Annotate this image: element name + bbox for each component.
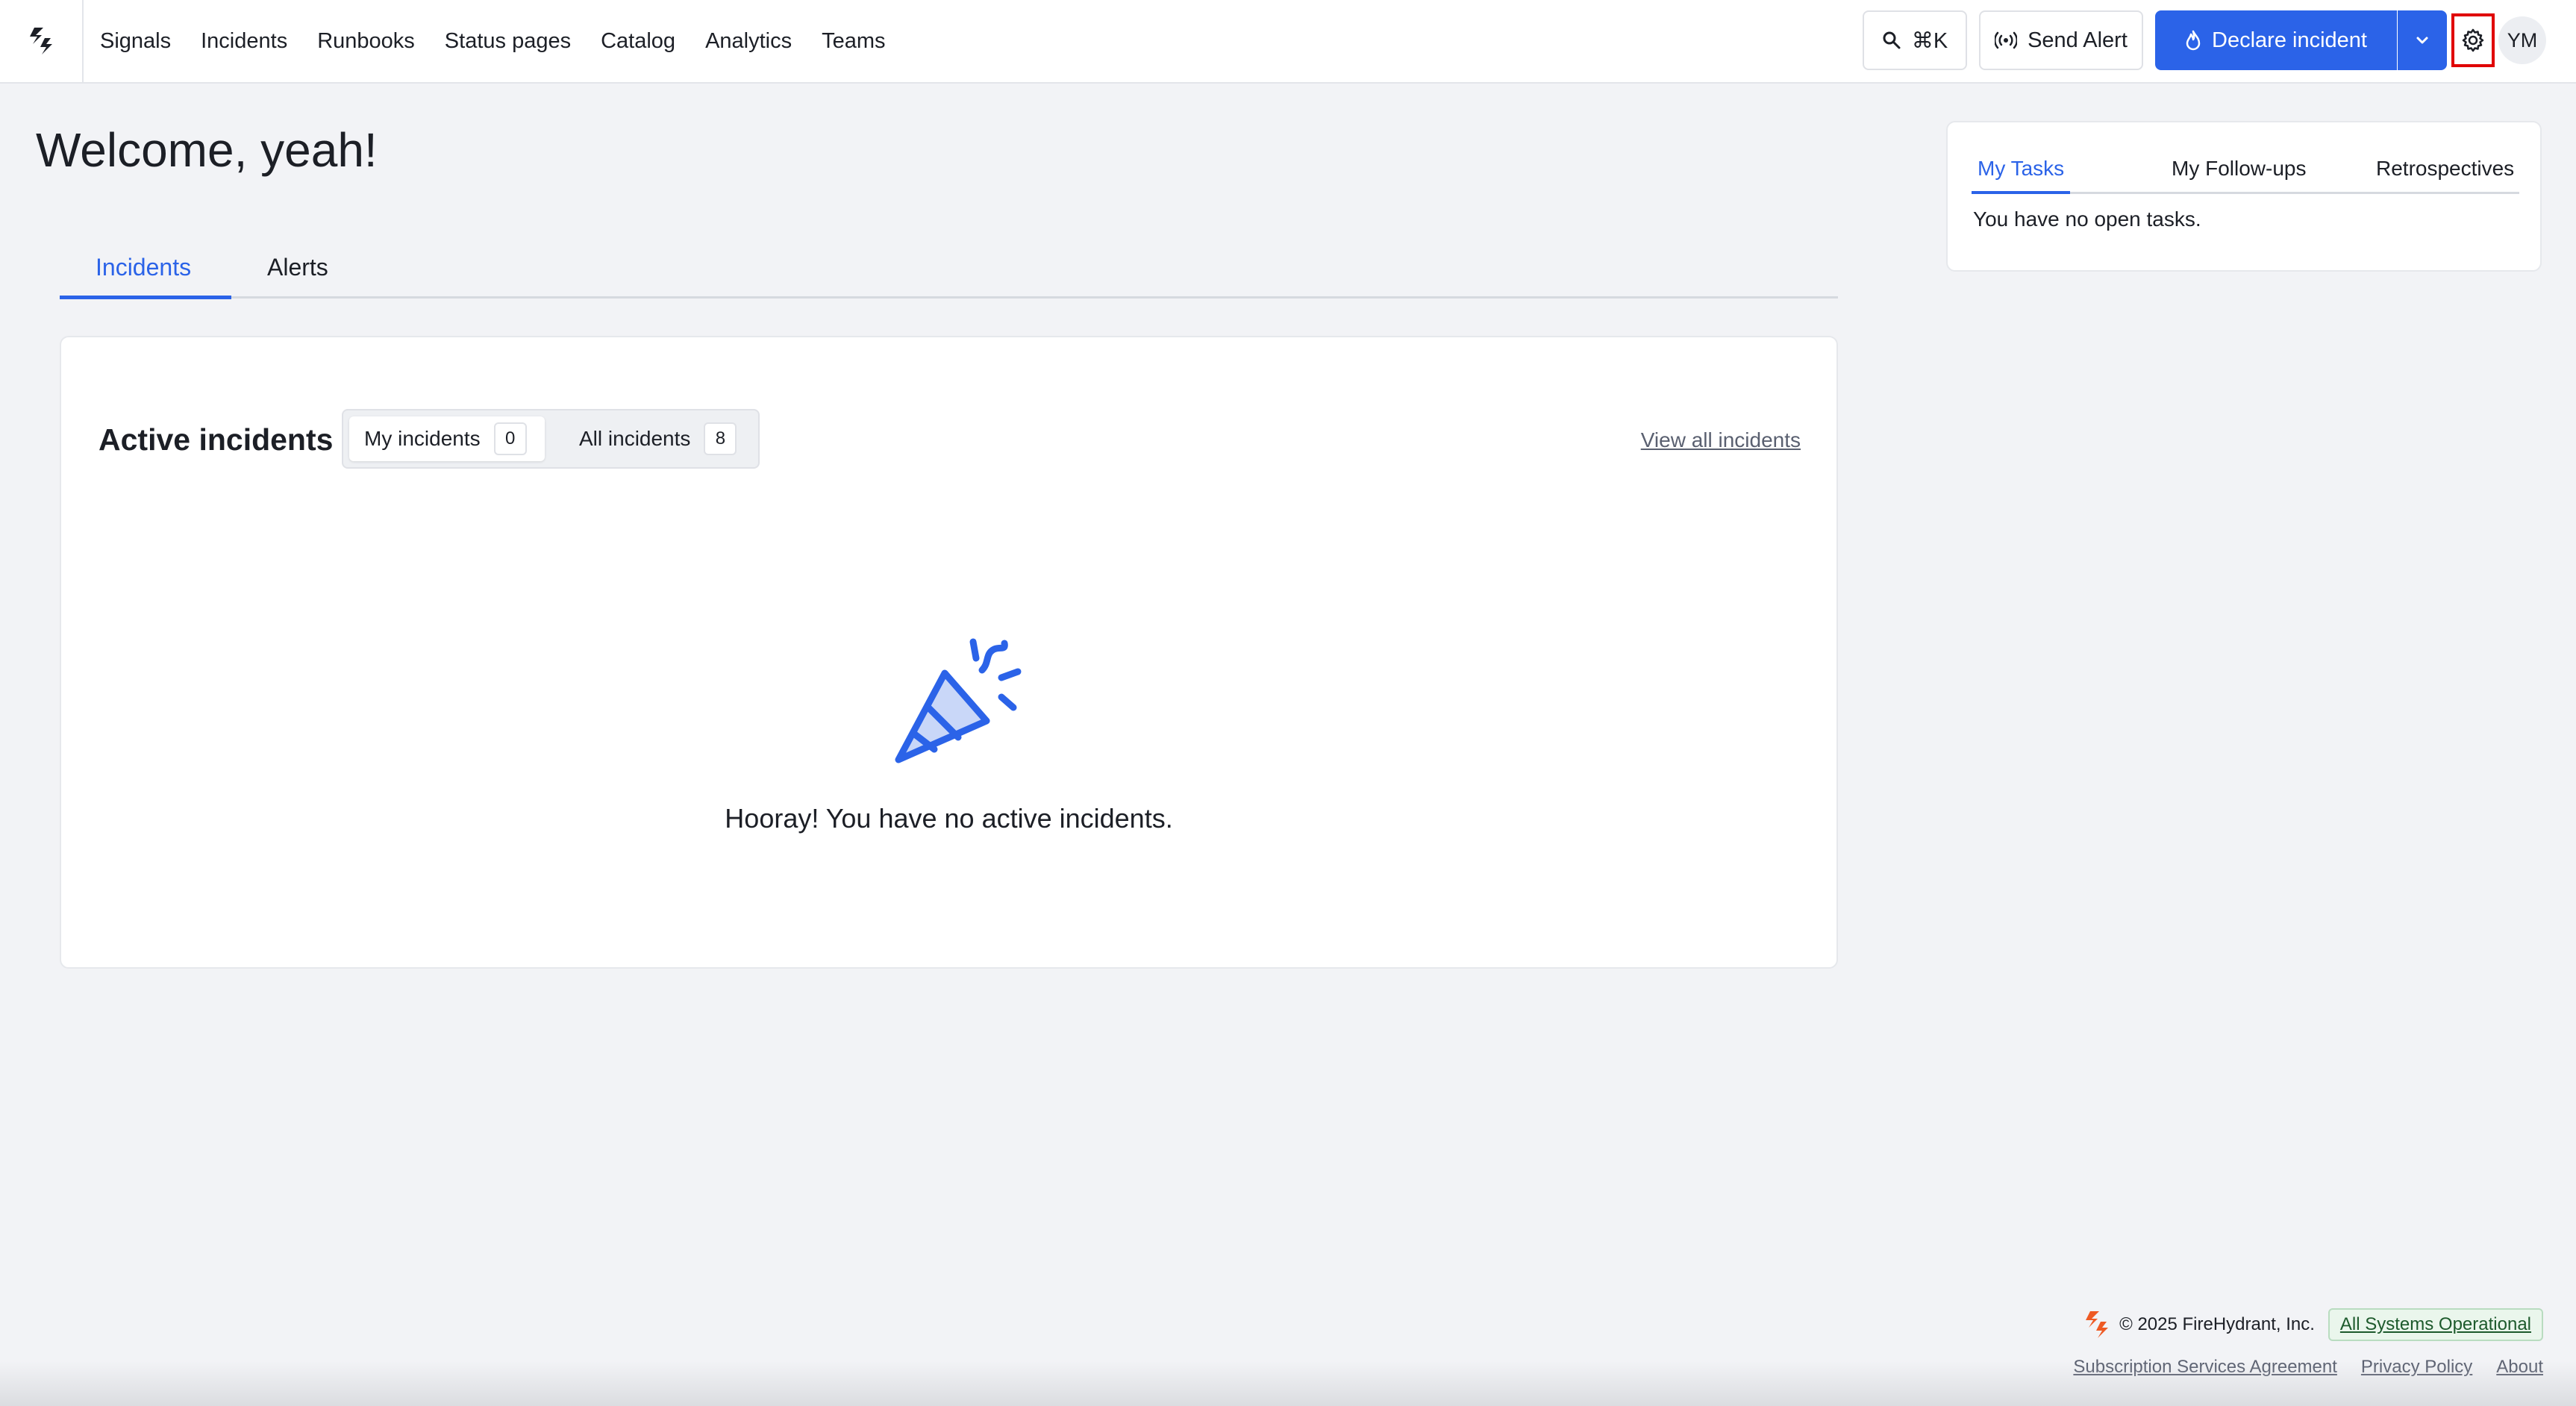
send-alert-button[interactable]: Send Alert <box>1979 10 2143 70</box>
nav-analytics[interactable]: Analytics <box>705 29 792 54</box>
my-incidents-count: 0 <box>493 422 527 455</box>
tab-my-follow-ups[interactable]: My Follow-ups <box>2172 157 2306 181</box>
tab-incidents[interactable]: Incidents <box>96 254 191 281</box>
broadcast-icon <box>1995 31 2018 49</box>
nav-incidents[interactable]: Incidents <box>201 29 287 54</box>
filter-all-incidents-label: All incidents <box>579 427 691 450</box>
top-navigation: Signals Incidents Runbooks Status pages … <box>0 0 2576 84</box>
command-search-button[interactable]: ⌘K <box>1863 10 1967 70</box>
main-tab-bar: Incidents Alerts <box>60 239 1838 299</box>
active-side-tab-indicator <box>1972 191 2070 194</box>
filter-all-incidents[interactable]: All incidents 8 <box>561 416 752 461</box>
all-incidents-count: 8 <box>704 422 737 455</box>
settings-button[interactable] <box>2451 13 2495 67</box>
footer-status-row: © 2025 FireHydrant, Inc. All Systems Ope… <box>2082 1307 2543 1342</box>
incident-filter-toggle: My incidents 0 All incidents 8 <box>342 409 760 469</box>
tab-retrospectives[interactable]: Retrospectives <box>2376 157 2514 181</box>
nav-signals[interactable]: Signals <box>100 29 171 54</box>
tasks-empty-message: You have no open tasks. <box>1973 207 2201 231</box>
tab-my-tasks[interactable]: My Tasks <box>1978 157 2064 181</box>
system-status-badge[interactable]: All Systems Operational <box>2328 1308 2543 1341</box>
chevron-down-icon <box>2416 37 2428 44</box>
nav-status-pages[interactable]: Status pages <box>445 29 571 54</box>
gear-icon <box>2462 28 2484 52</box>
tasks-panel: My Tasks My Follow-ups Retrospectives Yo… <box>1946 121 2542 272</box>
firehydrant-logo-icon <box>30 28 52 54</box>
search-shortcut-label: ⌘K <box>1911 28 1948 53</box>
firehydrant-brand-icon <box>2086 1311 2109 1338</box>
flame-icon <box>2186 30 2201 51</box>
page-title: Welcome, yeah! <box>36 123 378 177</box>
send-alert-label: Send Alert <box>2028 28 2128 52</box>
declare-incident-dropdown[interactable] <box>2398 10 2447 70</box>
bottom-edge-shadow <box>0 1361 2576 1406</box>
declare-incident-label: Declare incident <box>2212 28 2367 52</box>
home-logo-link[interactable] <box>0 0 84 82</box>
copyright-text: © 2025 FireHydrant, Inc. <box>2119 1314 2315 1334</box>
party-popper-icon <box>895 638 1022 763</box>
nav-runbooks[interactable]: Runbooks <box>317 29 415 54</box>
filter-my-incidents-label: My incidents <box>364 427 481 450</box>
primary-nav: Signals Incidents Runbooks Status pages … <box>100 0 916 82</box>
declare-incident-button[interactable]: Declare incident <box>2155 10 2397 70</box>
active-incidents-card: Active incidents My incidents 0 All inci… <box>60 336 1838 969</box>
filter-my-incidents[interactable]: My incidents 0 <box>349 416 545 461</box>
active-tab-indicator <box>60 296 231 299</box>
tab-alerts[interactable]: Alerts <box>267 254 328 281</box>
user-avatar[interactable]: YM <box>2498 16 2546 64</box>
nav-catalog[interactable]: Catalog <box>601 29 675 54</box>
tasks-tab-bar: My Tasks My Follow-ups Retrospectives <box>1972 152 2519 194</box>
nav-teams[interactable]: Teams <box>822 29 885 54</box>
view-all-incidents-link[interactable]: View all incidents <box>1641 428 1801 452</box>
search-icon <box>1883 31 1901 49</box>
empty-state-message: Hooray! You have no active incidents. <box>725 803 1173 834</box>
active-incidents-title: Active incidents <box>99 422 334 457</box>
